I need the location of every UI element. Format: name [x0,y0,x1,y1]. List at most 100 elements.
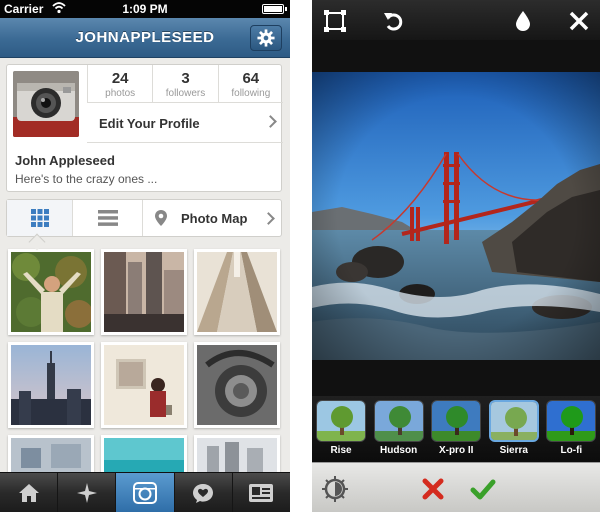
stat-following[interactable]: 64 following [217,65,283,102]
photo-thumbnail[interactable] [101,249,187,335]
stat-label: following [231,88,271,99]
photo-partial-3 [197,438,277,472]
filter-label: Hudson [379,445,418,456]
profile-stats: 24 photos 3 followers 64 following [87,65,283,103]
chevron-right-icon [264,115,277,128]
filter-thumbnail [316,400,366,442]
filter-thumbnail [488,400,539,442]
stat-value: 64 [242,70,260,87]
photo-grid [6,247,282,472]
gear-icon [257,29,275,47]
profile-card: 24 photos 3 followers 64 following Edit … [6,64,283,192]
photo-man-in-leaves [11,252,93,332]
status-bar: Carrier 1:09 PM [0,0,290,18]
camera-icon [133,481,157,504]
edit-profile-label: Edit Your Profile [99,116,200,131]
photo-thumbnail[interactable] [101,342,187,428]
photo-city-buildings [104,252,184,332]
photo-thumbnail[interactable] [194,342,280,428]
profile-screen: Carrier 1:09 PM JOHNAPPLESEED 24 photos … [0,0,290,512]
explore-icon [76,482,97,503]
filter-hudson[interactable]: Hudson [370,396,428,462]
filter-x-pro-ii[interactable]: X-pro II [427,396,485,462]
photo-thumbnail[interactable] [194,435,280,472]
filter-lo-fi[interactable]: Lo-fi [542,396,600,462]
editing-photo [312,72,600,360]
photo-thumbnail[interactable] [8,249,94,335]
filter-thumbnail [546,400,597,442]
chevron-right-icon [262,212,275,225]
view-toggle-bar: Photo Map [6,199,282,237]
tab-explore[interactable] [58,473,117,512]
filter-label: Lo-fi [560,445,583,456]
filter-label: Sierra [499,445,528,456]
editor-top-bar [312,0,600,40]
photo-partial-2 [104,438,184,472]
tab-home[interactable] [0,473,59,512]
photo-woman-gallery [104,345,184,425]
close-icon[interactable] [568,10,590,32]
edit-profile-button[interactable]: Edit Your Profile [87,103,283,143]
tree-icon [490,402,537,440]
settings-button[interactable] [250,25,282,51]
list-icon [97,210,118,226]
stat-label: photos [105,88,136,99]
display-name: John Appleseed [15,153,115,168]
tree-icon [374,401,423,441]
golden-gate-bridge-photo [312,72,600,360]
tree-icon [547,401,596,441]
filter-editor-screen: Rise Hudson X-pro II Sierra Lo-fi [312,0,600,512]
profile-icon [249,483,274,502]
editor-bottom-bar [312,462,600,512]
tree-icon [317,401,365,441]
photo-thumbnail[interactable] [8,435,94,472]
lux-icon[interactable] [322,476,348,502]
frame-icon[interactable] [324,10,346,32]
username-title: JOHNAPPLESEED [75,29,215,46]
photo-empire-state-skyline [11,345,91,425]
avatar-camera-image [13,71,79,137]
tab-profile[interactable] [233,473,290,512]
profile-bio: Here's to the crazy ones ... [15,172,158,186]
photo-thumbnail[interactable] [101,435,187,472]
photo-skyscraper-lookup [197,252,277,332]
filter-thumbnail [373,400,424,442]
accept-icon[interactable] [470,476,496,502]
filter-label: X-pro II [438,445,474,456]
tilt-shift-icon[interactable] [512,10,534,32]
tab-bar [0,472,290,512]
filter-rise[interactable]: Rise [312,396,370,462]
filter-strip: Rise Hudson X-pro II Sierra Lo-fi [312,396,600,462]
filter-thumbnail [431,400,482,442]
grid-view-button[interactable] [7,200,73,236]
stat-followers[interactable]: 3 followers [152,65,217,102]
cancel-icon[interactable] [420,476,446,502]
tab-news[interactable] [175,473,233,512]
grid-icon [30,209,49,227]
list-view-button[interactable] [73,200,143,236]
map-pin-icon [155,210,167,226]
tab-camera[interactable] [116,473,175,512]
photo-headphones [197,345,277,425]
photo-thumbnail[interactable] [194,249,280,335]
photo-partial-1 [11,438,91,472]
stat-value: 3 [181,70,190,87]
news-icon [193,483,214,503]
filter-label: Rise [330,445,352,456]
clock: 1:09 PM [122,2,168,16]
rotate-icon[interactable] [382,10,404,32]
photo-map-label: Photo Map [181,210,248,226]
home-icon [18,483,39,502]
stat-photos[interactable]: 24 photos [87,65,152,102]
editor-spacer-bottom [312,360,600,396]
stat-label: followers [165,88,206,99]
stat-value: 24 [111,70,129,87]
editor-spacer-top [312,40,600,72]
photo-map-button[interactable]: Photo Map [143,200,281,236]
profile-navbar: JOHNAPPLESEED [0,18,290,58]
battery-icon [262,4,287,14]
avatar[interactable] [13,71,79,137]
photo-thumbnail[interactable] [8,342,94,428]
filter-sierra[interactable]: Sierra [485,396,543,462]
tree-icon [432,401,481,441]
